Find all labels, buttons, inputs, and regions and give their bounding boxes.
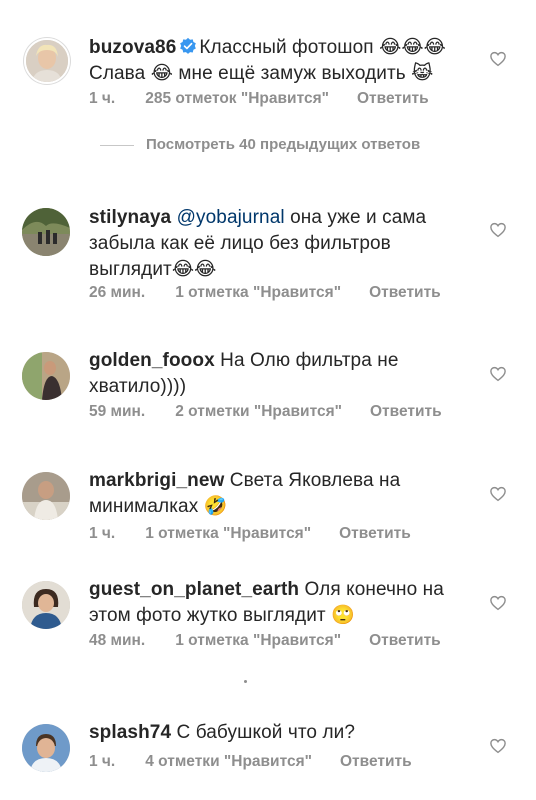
avatar-image (22, 352, 70, 400)
comment-body-line2: этом фото жутко выглядит 🙄 (89, 605, 355, 626)
comment-meta: 59 мин. 2 отметки "Нравится" Ответить (89, 403, 464, 421)
comment-text: splash74 С бабушкой что ли? (89, 720, 489, 746)
comment-username[interactable]: splash74 (89, 722, 171, 743)
avatar-markbrigi-new[interactable] (22, 472, 70, 520)
comment-time[interactable]: 26 мин. (89, 284, 145, 301)
comment-body-line3: выглядит😂😂 (89, 259, 217, 280)
like-heart-icon[interactable] (489, 737, 507, 755)
comment-body-line1: С бабушкой что ли? (171, 722, 356, 743)
avatar-image (26, 40, 68, 82)
comment-likes-count[interactable]: 1 отметка "Нравится" (145, 525, 311, 542)
avatar-image (22, 472, 70, 520)
avatar-golden-fooox[interactable] (22, 352, 70, 400)
comment-time[interactable]: 48 мин. (89, 632, 145, 649)
comment-meta: 1 ч. 4 отметки "Нравится" Ответить (89, 753, 434, 771)
view-previous-replies-label[interactable]: Посмотреть 40 предыдущих ответов (146, 136, 420, 153)
mention-link[interactable]: @yobajurnal (177, 207, 285, 228)
comment-time[interactable]: 1 ч. (89, 753, 115, 770)
comment-body-line2: минималках 🤣 (89, 496, 228, 517)
comment-meta: 1 ч. 1 отметка "Нравится" Ответить (89, 525, 433, 543)
comment-meta: 1 ч. 285 отметок "Нравится" Ответить (89, 90, 451, 108)
comment-likes-count[interactable]: 1 отметка "Нравится" (175, 284, 341, 301)
comment-body-line2: Слава 😂 мне ещё замуж выходить 😹 (89, 63, 434, 84)
avatar-splash74[interactable] (22, 724, 70, 772)
comment-time[interactable]: 59 мин. (89, 403, 145, 420)
comment-likes-count[interactable]: 4 отметки "Нравится" (145, 753, 312, 770)
comment-body-line2: забыла как её лицо без фильтров (89, 233, 391, 254)
separator-dot (244, 680, 247, 683)
comment-text: stilynaya @yobajurnal она уже и сама заб… (89, 205, 489, 283)
reply-button[interactable]: Ответить (369, 284, 441, 301)
avatar-image (22, 208, 70, 256)
comment-text: guest_on_planet_earth Оля конечно на это… (89, 577, 489, 629)
comment-username[interactable]: golden_fooox (89, 350, 215, 371)
comment-time[interactable]: 1 ч. (89, 90, 115, 107)
comment-time[interactable]: 1 ч. (89, 525, 115, 542)
like-heart-icon[interactable] (489, 221, 507, 239)
comment-username[interactable]: stilynaya (89, 207, 171, 228)
reply-button[interactable]: Ответить (369, 632, 441, 649)
like-heart-icon[interactable] (489, 485, 507, 503)
comment-username[interactable]: guest_on_planet_earth (89, 579, 299, 600)
verified-badge-icon (179, 37, 197, 55)
comment-body-line1: она уже и сама (284, 207, 427, 228)
reply-button[interactable]: Ответить (370, 403, 442, 420)
avatar-buzova86[interactable] (24, 38, 70, 84)
avatar-guest-on-planet-earth[interactable] (22, 581, 70, 629)
reply-button[interactable]: Ответить (339, 525, 411, 542)
comment-username[interactable]: buzova86 (89, 37, 176, 58)
comment-text: golden_fooox На Олю фильтра не хватило))… (89, 348, 489, 400)
divider-line (100, 145, 134, 146)
comment-meta: 26 мин. 1 отметка "Нравится" Ответить (89, 284, 463, 302)
comment-likes-count[interactable]: 285 отметок "Нравится" (145, 90, 329, 107)
comment-body-line1: На Олю фильтра не (214, 350, 399, 371)
comment-username[interactable]: markbrigi_new (89, 470, 224, 491)
comment-text: markbrigi_new Света Яковлева на минималк… (89, 468, 489, 520)
comment-text: buzova86 Классный фотошоп 😂😂😂 Слава 😂 мне… (89, 35, 489, 87)
avatar-image (22, 581, 70, 629)
reply-button[interactable]: Ответить (357, 90, 429, 107)
comment-meta: 48 мин. 1 отметка "Нравится" Ответить (89, 632, 463, 650)
like-heart-icon[interactable] (489, 594, 507, 612)
comment-likes-count[interactable]: 1 отметка "Нравится" (175, 632, 341, 649)
reply-button[interactable]: Ответить (340, 753, 412, 770)
comment-body-line1: Оля конечно на (299, 579, 444, 600)
avatar-image (22, 724, 70, 772)
avatar-stilynaya[interactable] (22, 208, 70, 256)
like-heart-icon[interactable] (489, 365, 507, 383)
comment-body-line1: Классный фотошоп 😂😂😂 (199, 37, 446, 58)
view-previous-replies-button[interactable]: Посмотреть 40 предыдущих ответов (100, 136, 520, 156)
comment-likes-count[interactable]: 2 отметки "Нравится" (175, 403, 342, 420)
comment-body-line2: хватило)))) (89, 376, 187, 397)
comment-body-line1: Света Яковлева на (224, 470, 401, 491)
like-heart-icon[interactable] (489, 50, 507, 68)
